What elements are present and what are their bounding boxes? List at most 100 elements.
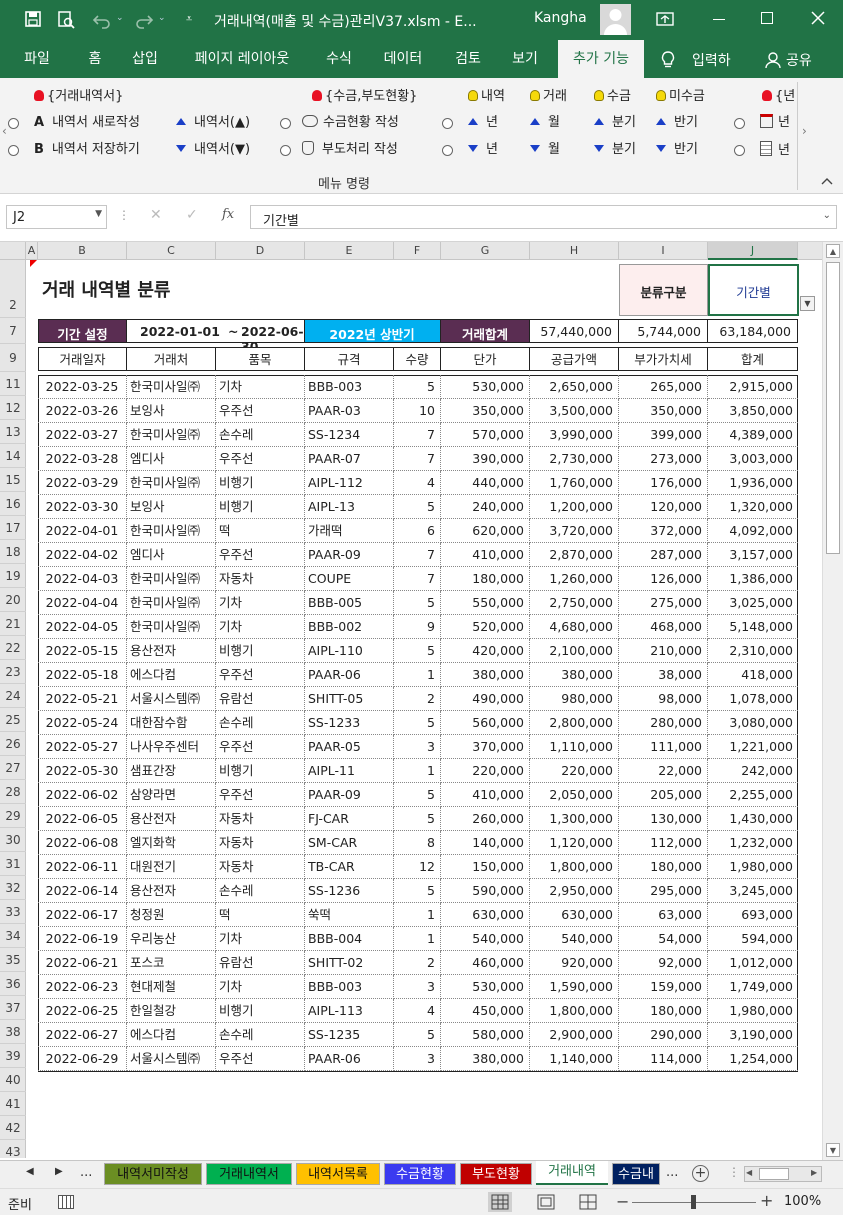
cell-vat[interactable]: 120,000 xyxy=(619,495,708,519)
cell-spec[interactable]: SS-1236 xyxy=(305,879,394,903)
row-header[interactable]: 39 xyxy=(0,1044,26,1068)
lightbulb-icon[interactable] xyxy=(660,50,676,70)
radio-bounce[interactable] xyxy=(280,145,291,156)
row-header[interactable]: 24 xyxy=(0,684,26,708)
document-year-button[interactable]: 년 xyxy=(760,141,790,160)
cell-spec[interactable]: BBB-004 xyxy=(305,927,394,951)
cell-spec[interactable]: BBB-003 xyxy=(305,375,394,399)
row-header[interactable]: 29 xyxy=(0,804,26,828)
cell-unit-price[interactable]: 410,000 xyxy=(441,543,530,567)
cell-item[interactable]: 자동차 xyxy=(216,807,305,831)
radio-year-down[interactable] xyxy=(442,145,453,156)
half-up-button[interactable]: 반기 xyxy=(656,114,698,132)
half-down-button[interactable]: 반기 xyxy=(656,141,698,159)
cell-qty[interactable]: 5 xyxy=(394,591,441,615)
col-header-c[interactable]: C xyxy=(127,242,216,260)
hscroll-left-icon[interactable]: ◀ xyxy=(746,1168,752,1177)
cell-vat[interactable]: 176,000 xyxy=(619,471,708,495)
cell-spec[interactable]: PAAR-06 xyxy=(305,663,394,687)
radio-year2-up[interactable] xyxy=(734,118,745,129)
zoom-slider-thumb[interactable] xyxy=(691,1195,696,1209)
cell-supply[interactable]: 220,000 xyxy=(530,759,619,783)
cell-supply[interactable]: 4,680,000 xyxy=(530,615,619,639)
cell-item[interactable]: 손수레 xyxy=(216,1023,305,1047)
cell-date[interactable]: 2022-03-30 xyxy=(38,495,127,519)
cell-item[interactable]: 자동차 xyxy=(216,855,305,879)
year-down-button[interactable]: 년 xyxy=(468,141,498,159)
cell-client[interactable]: 엠디사 xyxy=(127,543,216,567)
cell-item[interactable]: 우주선 xyxy=(216,783,305,807)
cell-date[interactable]: 2022-06-11 xyxy=(38,855,127,879)
invoice-down-button[interactable]: 내역서(▼) xyxy=(176,141,250,159)
zoom-level[interactable]: 100% xyxy=(784,1194,821,1209)
customize-qat-icon[interactable]: ⩡ xyxy=(186,12,192,26)
cell-qty[interactable]: 2 xyxy=(394,687,441,711)
close-icon[interactable] xyxy=(808,8,828,28)
cell-vat[interactable]: 205,000 xyxy=(619,783,708,807)
cell-spec[interactable]: AIPL-13 xyxy=(305,495,394,519)
cell-date[interactable]: 2022-06-08 xyxy=(38,831,127,855)
enter-icon[interactable]: ✓ xyxy=(186,207,198,223)
cell-spec[interactable]: PAAR-03 xyxy=(305,399,394,423)
tab-file[interactable]: 파일 xyxy=(10,40,64,78)
cell-item[interactable]: 손수레 xyxy=(216,879,305,903)
period-range-cell[interactable]: 2022-01-01 ~ 2022-06-30 xyxy=(127,319,305,354)
cell-date[interactable]: 2022-04-05 xyxy=(38,615,127,639)
cell-unit-price[interactable]: 370,000 xyxy=(441,735,530,759)
cell-supply[interactable]: 540,000 xyxy=(530,927,619,951)
cell-date[interactable]: 2022-06-02 xyxy=(38,783,127,807)
row-header[interactable]: 31 xyxy=(0,852,26,876)
page-break-view-icon[interactable] xyxy=(576,1192,600,1212)
cell-vat[interactable]: 98,000 xyxy=(619,687,708,711)
cell-spec[interactable]: AIPL-11 xyxy=(305,759,394,783)
cell-date[interactable]: 2022-06-29 xyxy=(38,1047,127,1071)
cell-supply[interactable]: 3,720,000 xyxy=(530,519,619,543)
row-header[interactable]: 7 xyxy=(0,318,26,344)
cell-vat[interactable]: 130,000 xyxy=(619,807,708,831)
cell-supply[interactable]: 1,260,000 xyxy=(530,567,619,591)
cell-unit-price[interactable]: 630,000 xyxy=(441,903,530,927)
sheet-tab[interactable]: 수금내 xyxy=(612,1163,660,1185)
year-up-button[interactable]: 년 xyxy=(468,114,498,132)
cell-item[interactable]: 기차 xyxy=(216,927,305,951)
col-header-g[interactable]: G xyxy=(441,242,530,260)
row-header[interactable]: 18 xyxy=(0,540,26,564)
col-header-e[interactable]: E xyxy=(305,242,394,260)
cell-qty[interactable]: 7 xyxy=(394,447,441,471)
cell-client[interactable]: 청정원 xyxy=(127,903,216,927)
zoom-out-icon[interactable]: − xyxy=(616,1192,629,1211)
cell-item[interactable]: 자동차 xyxy=(216,567,305,591)
cell-qty[interactable]: 5 xyxy=(394,1023,441,1047)
tab-review[interactable]: 검토 xyxy=(444,40,492,78)
row-header[interactable]: 37 xyxy=(0,996,26,1020)
ribbon-btn-invoice-group[interactable]: {거래내역서} xyxy=(34,88,123,106)
row-header[interactable]: 12 xyxy=(0,396,26,420)
cell-vat[interactable]: 22,000 xyxy=(619,759,708,783)
cell-item[interactable]: 우주선 xyxy=(216,1047,305,1071)
share-icon[interactable] xyxy=(765,51,781,69)
cell-spec[interactable]: BBB-002 xyxy=(305,615,394,639)
col-header-i[interactable]: I xyxy=(619,242,708,260)
cell-client[interactable]: 한국미사일㈜ xyxy=(127,615,216,639)
cell-total[interactable]: 2,915,000 xyxy=(708,375,798,399)
normal-view-icon[interactable] xyxy=(488,1192,512,1212)
cell-total[interactable]: 2,310,000 xyxy=(708,639,798,663)
cell-date[interactable]: 2022-06-14 xyxy=(38,879,127,903)
cell-total[interactable]: 2,255,000 xyxy=(708,783,798,807)
quarter-down-button[interactable]: 분기 xyxy=(594,141,636,159)
cell-spec[interactable]: PAAR-06 xyxy=(305,1047,394,1071)
cell-total[interactable]: 1,749,000 xyxy=(708,975,798,999)
cell-date[interactable]: 2022-03-28 xyxy=(38,447,127,471)
row-header[interactable]: 11 xyxy=(0,372,26,396)
row-header[interactable]: 40 xyxy=(0,1068,26,1092)
page-layout-view-icon[interactable] xyxy=(534,1192,558,1212)
col-header-j[interactable]: J xyxy=(708,242,798,260)
tab-page-layout[interactable]: 페이지 레이아웃 xyxy=(178,40,306,78)
cell-client[interactable]: 엘지화학 xyxy=(127,831,216,855)
cell-vat[interactable]: 92,000 xyxy=(619,951,708,975)
cell-qty[interactable]: 5 xyxy=(394,711,441,735)
cell-client[interactable]: 용산전자 xyxy=(127,807,216,831)
ribbon-btn-detail[interactable]: 내역 xyxy=(468,88,505,106)
cell-qty[interactable]: 1 xyxy=(394,759,441,783)
row-header[interactable]: 32 xyxy=(0,876,26,900)
